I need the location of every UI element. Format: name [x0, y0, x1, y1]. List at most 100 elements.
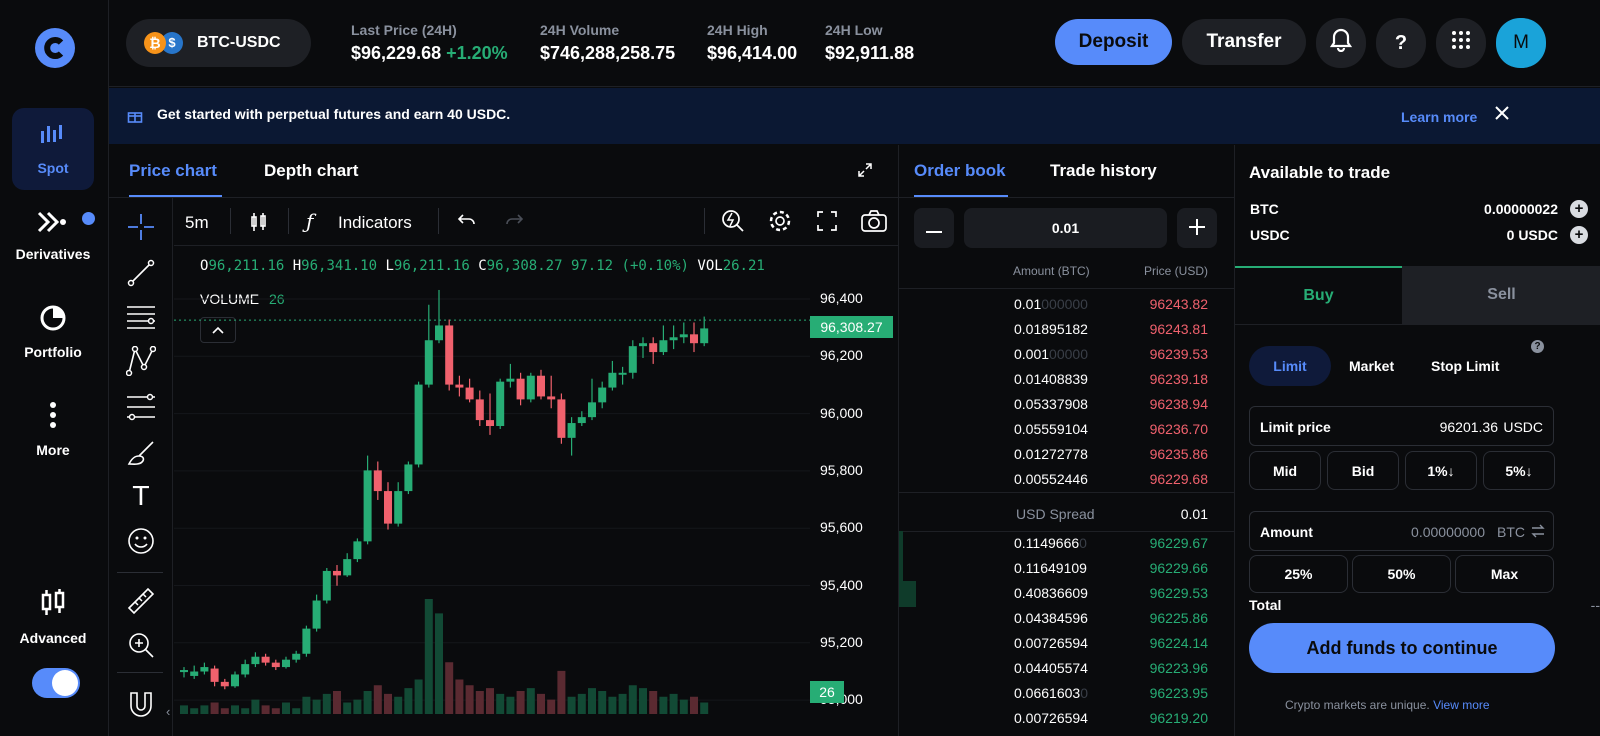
- top-bar: ₿ $ BTC-USDC Last Price (24H) $96,229.68…: [109, 0, 1600, 87]
- order-type-stop-limit[interactable]: Stop Limit: [1431, 358, 1499, 374]
- magnet-icon[interactable]: [124, 688, 158, 722]
- emoji-icon[interactable]: [124, 524, 158, 558]
- asks-row[interactable]: 0.05337908 96238.94: [899, 392, 1234, 417]
- redo-icon[interactable]: [504, 212, 524, 235]
- pattern-icon[interactable]: [124, 344, 158, 378]
- close-icon[interactable]: [1494, 105, 1510, 126]
- order-price: 96229.66: [1149, 560, 1208, 576]
- quick-search-icon[interactable]: [721, 209, 745, 238]
- collapse-tools-icon[interactable]: ‹: [166, 704, 170, 719]
- volume-bar: [333, 691, 341, 714]
- add-funds-button[interactable]: Add funds to continue: [1249, 623, 1555, 673]
- order-price: 96239.18: [1149, 371, 1208, 387]
- one-percent-button[interactable]: 1%↓: [1405, 451, 1477, 490]
- asks-row[interactable]: 0.01895182 96243.81: [899, 317, 1234, 342]
- market-selector[interactable]: ₿ $ BTC-USDC: [126, 19, 311, 67]
- asks-row[interactable]: 0.00552446 96229.68: [899, 467, 1234, 492]
- five-percent-button[interactable]: 5%↓: [1483, 451, 1555, 490]
- function-icon[interactable]: ƒ: [306, 209, 313, 233]
- asks-row[interactable]: 0.01272778 96235.86: [899, 442, 1234, 467]
- amount-field[interactable]: Amount 0.00000000 BTC: [1249, 511, 1554, 551]
- learn-more-link[interactable]: Learn more: [1401, 109, 1477, 125]
- sidebar-item-more[interactable]: More: [12, 388, 94, 470]
- fib-retracement-icon[interactable]: [124, 390, 158, 424]
- half-button[interactable]: 50%: [1352, 555, 1451, 593]
- bids-row[interactable]: 0.00726594 96224.14: [899, 631, 1234, 656]
- bids-row[interactable]: 0.11649109 96229.66: [899, 556, 1234, 581]
- sidebar-item-portfolio[interactable]: Portfolio: [12, 291, 94, 373]
- brush-icon[interactable]: [124, 436, 158, 470]
- deposit-button[interactable]: Deposit: [1055, 19, 1172, 65]
- expand-icon[interactable]: [857, 162, 873, 183]
- transfer-button[interactable]: Transfer: [1182, 19, 1306, 65]
- order-price: 96243.81: [1149, 321, 1208, 337]
- asks-row[interactable]: 0.05559104 96236.70: [899, 417, 1234, 442]
- tab-price-chart[interactable]: Price chart: [129, 161, 217, 181]
- chart-type-icon[interactable]: [250, 212, 268, 237]
- add-btc-icon[interactable]: +: [1570, 200, 1588, 218]
- ruler-icon[interactable]: [124, 584, 158, 618]
- sell-tab[interactable]: Sell: [1402, 266, 1600, 324]
- chart-toolbar: 5m ƒ Indicators: [174, 198, 898, 246]
- zoom-in-icon[interactable]: [124, 628, 158, 662]
- decrease-step-button[interactable]: [914, 208, 954, 248]
- derivatives-icon: [37, 211, 69, 236]
- increase-step-button[interactable]: [1177, 208, 1217, 248]
- asks-row[interactable]: 0.01408839 96239.18: [899, 367, 1234, 392]
- undo-icon[interactable]: [457, 212, 477, 235]
- bids-row[interactable]: 0.11496660 96229.67: [899, 531, 1234, 556]
- apps-button[interactable]: [1436, 18, 1486, 68]
- limit-price-field[interactable]: Limit price 96201.36 USDC: [1249, 406, 1554, 446]
- max-button[interactable]: Max: [1455, 555, 1554, 593]
- candle-body: [567, 423, 576, 438]
- bid-price-button[interactable]: Bid: [1327, 451, 1399, 490]
- bids-row[interactable]: 0.04405574 96223.96: [899, 656, 1234, 681]
- advanced-toggle[interactable]: [32, 668, 80, 698]
- volume-bar: [486, 688, 494, 714]
- settings-gear-icon[interactable]: [768, 209, 792, 238]
- horizontal-lines-icon[interactable]: [124, 300, 158, 334]
- sidebar-item-label: Advanced: [19, 629, 87, 646]
- bids-row[interactable]: 0.06616030 96223.95: [899, 681, 1234, 706]
- crosshair-icon[interactable]: [124, 210, 158, 244]
- view-more-link[interactable]: View more: [1433, 698, 1489, 712]
- fullscreen-icon[interactable]: [817, 211, 837, 236]
- bids-row[interactable]: 0.00726594 96219.20: [899, 706, 1234, 731]
- tab-trade-history[interactable]: Trade history: [1050, 161, 1157, 181]
- order-price: 96225.86: [1149, 610, 1208, 626]
- quarter-button[interactable]: 25%: [1249, 555, 1348, 593]
- tab-depth-chart[interactable]: Depth chart: [264, 161, 358, 181]
- asks-row[interactable]: 0.01000000 96243.82: [899, 292, 1234, 317]
- mid-price-button[interactable]: Mid: [1249, 451, 1321, 490]
- notifications-button[interactable]: [1316, 18, 1366, 68]
- sidebar-item-spot[interactable]: Spot: [12, 108, 94, 190]
- step-value[interactable]: 0.01: [964, 208, 1167, 248]
- add-usdc-icon[interactable]: +: [1570, 226, 1588, 244]
- volume-bar: [282, 702, 290, 714]
- bids-row[interactable]: 0.04384596 96225.86: [899, 606, 1234, 631]
- trend-line-icon[interactable]: [124, 256, 158, 290]
- avatar[interactable]: M: [1496, 18, 1546, 68]
- volume-bar: [598, 691, 607, 714]
- candle-body: [506, 378, 515, 382]
- order-amount-padding: 00000: [1049, 346, 1088, 362]
- price-tick-label: 95,200: [820, 633, 863, 650]
- swap-icon[interactable]: [1531, 524, 1545, 541]
- buy-tab[interactable]: Buy: [1235, 266, 1402, 324]
- asks-row[interactable]: 0.00100000 96239.53: [899, 342, 1234, 367]
- price-chart[interactable]: [174, 247, 898, 714]
- bids-row[interactable]: 0.40836609 96229.53: [899, 581, 1234, 606]
- order-type-limit[interactable]: Limit: [1249, 346, 1331, 386]
- text-icon[interactable]: T: [124, 480, 158, 514]
- info-icon[interactable]: ?: [1531, 340, 1544, 353]
- sidebar-item-advanced[interactable]: Advanced: [6, 576, 100, 658]
- camera-icon[interactable]: [861, 210, 887, 237]
- spot-icon: [39, 123, 67, 150]
- sidebar-item-derivatives[interactable]: Derivatives: [6, 195, 100, 277]
- help-button[interactable]: ?: [1376, 18, 1426, 68]
- indicators-button[interactable]: Indicators: [338, 213, 412, 233]
- tab-order-book[interactable]: Order book: [914, 161, 1006, 181]
- coinbase-logo[interactable]: [34, 27, 76, 69]
- interval-select[interactable]: 5m: [185, 213, 209, 233]
- order-type-market[interactable]: Market: [1349, 358, 1394, 374]
